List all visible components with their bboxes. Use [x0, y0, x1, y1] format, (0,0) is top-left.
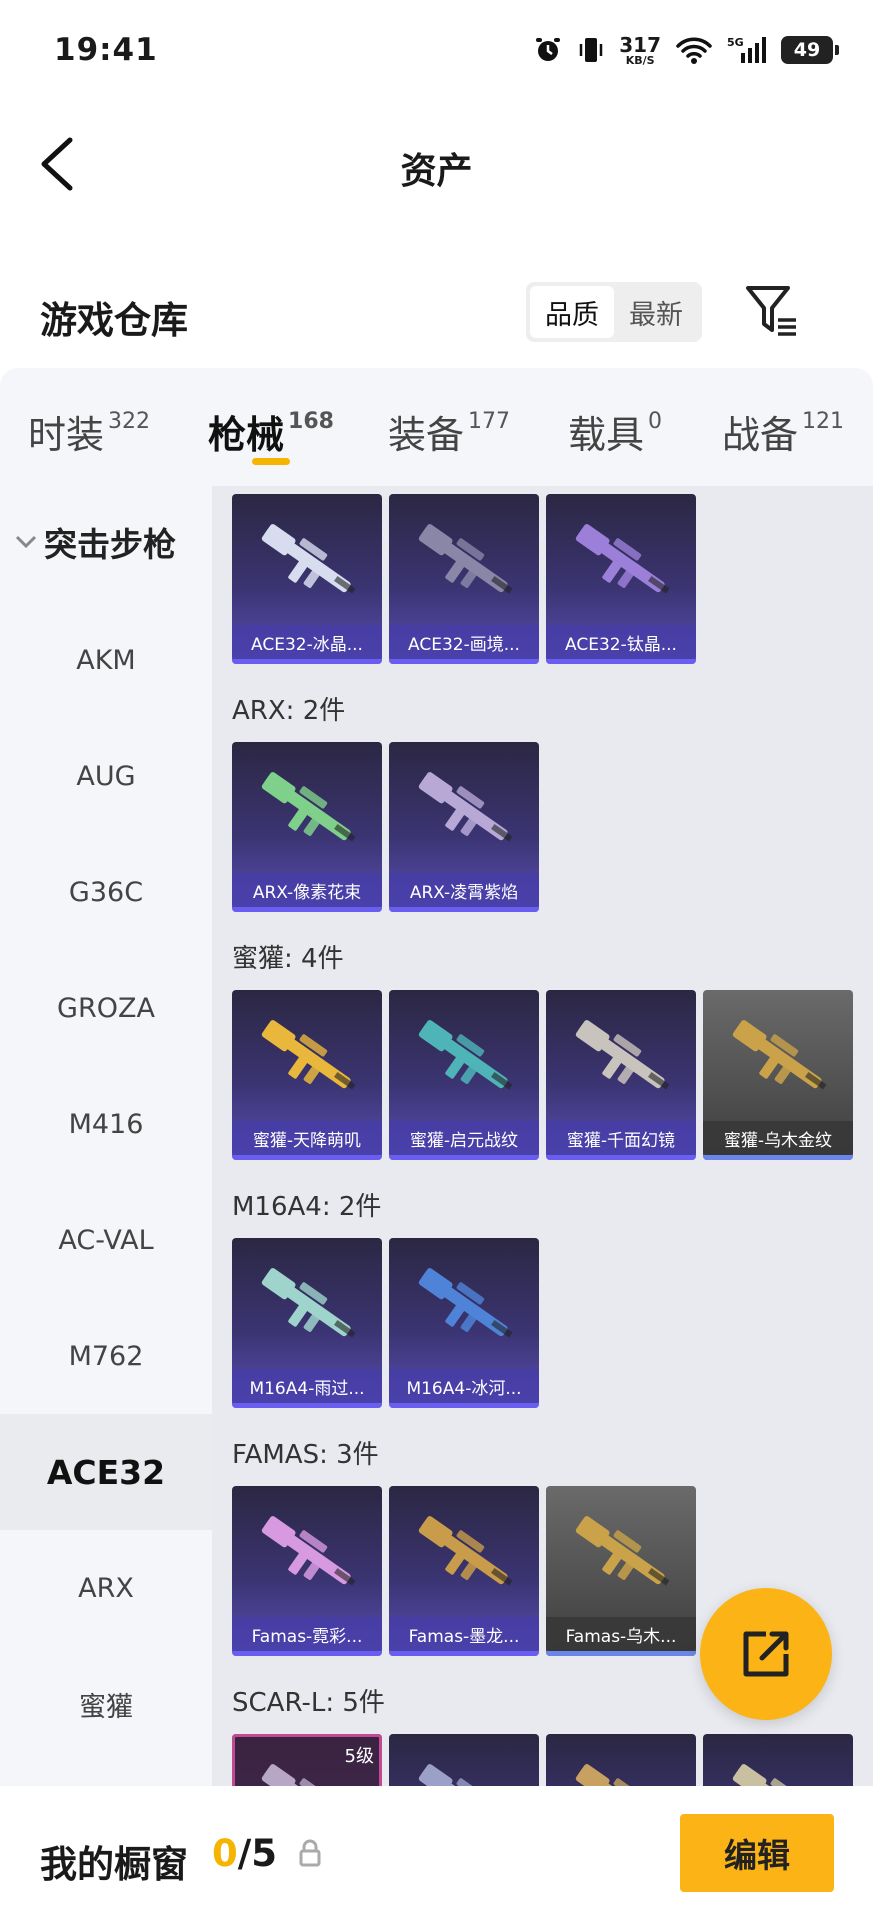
tab-fashion[interactable]: 时装 322 — [28, 404, 150, 459]
rifle-icon — [418, 1764, 508, 1786]
skin-name: 蜜獾-乌木金纹 — [703, 1121, 853, 1155]
svg-text:5G: 5G — [727, 36, 744, 49]
sidebar-item-arx[interactable]: ARX — [0, 1530, 212, 1646]
rifle-icon — [732, 1764, 822, 1786]
sort-quality[interactable]: 品质 — [530, 286, 614, 338]
rifle-icon — [418, 772, 513, 842]
skin-name: ACE32-画境... — [389, 625, 539, 659]
tab-equipment[interactable]: 装备 177 — [388, 404, 510, 459]
section-title-m16a4: M16A4: 2件 — [232, 1192, 382, 1222]
tab-indicator — [252, 458, 290, 465]
sidebar-item-m762[interactable]: M762 — [0, 1298, 212, 1414]
sidebar-item-aug[interactable]: AUG — [0, 718, 212, 834]
tab-supplies[interactable]: 战备 121 — [722, 404, 844, 459]
sidebar-item-g36c[interactable]: G36C — [0, 834, 212, 950]
skin-name: Famas-乌木... — [546, 1617, 696, 1651]
warehouse-title: 游戏仓库 — [40, 299, 188, 342]
rifle-icon — [261, 524, 356, 594]
category-tabs: 时装 322 枪械 168 装备 177 载具 0 战备 121 — [0, 368, 873, 486]
rifle-icon — [261, 772, 356, 842]
rifle-icon — [261, 1764, 351, 1786]
page-header: 资产 — [0, 104, 873, 224]
tab-guns[interactable]: 枪械 168 — [208, 404, 334, 459]
skin-name: 蜜獾-千面幻镜 — [546, 1121, 696, 1155]
skin-card[interactable]: 蜜獾-千面幻镜 — [546, 990, 696, 1160]
skin-card[interactable] — [389, 1734, 539, 1786]
sidebar-item-groza[interactable]: GROZA — [0, 950, 212, 1066]
rifle-icon — [575, 1764, 665, 1786]
showcase-title: 我的橱窗 — [40, 1843, 188, 1886]
alarm-icon — [536, 38, 561, 61]
section-title-scar-l: SCAR-L: 5件 — [232, 1688, 385, 1718]
skin-card[interactable]: M16A4-冰河... — [389, 1238, 539, 1408]
skin-card[interactable]: Famas-霓彩... — [232, 1486, 382, 1656]
skin-card[interactable]: ACE32-画境... — [389, 494, 539, 664]
rifle-icon — [418, 1268, 513, 1338]
skin-card[interactable] — [703, 1734, 853, 1786]
net-speed: 317 KB/S — [619, 32, 661, 67]
status-icons: 317 KB/S 5G 49 — [533, 30, 839, 70]
showcase-bar: 我的橱窗 0/5 编辑 — [0, 1786, 873, 1920]
rifle-icon — [261, 1268, 356, 1338]
skin-name: M16A4-雨过... — [232, 1369, 382, 1403]
section-title-honey-badger: 蜜獾: 4件 — [232, 944, 344, 974]
vibrate-icon — [580, 38, 603, 62]
rifle-icon — [575, 1020, 670, 1090]
skin-name: M16A4-冰河... — [389, 1369, 539, 1403]
rifle-icon — [732, 1020, 827, 1090]
status-time: 19:41 — [54, 32, 158, 68]
skin-name: 蜜獾-启元战纹 — [389, 1121, 539, 1155]
rifle-icon — [261, 1020, 356, 1090]
rifle-icon — [261, 1516, 356, 1586]
section-title-arx: ARX: 2件 — [232, 696, 346, 726]
skin-card[interactable]: M16A4-雨过... — [232, 1238, 382, 1408]
edit-button[interactable]: 编辑 — [680, 1814, 834, 1892]
share-external-icon — [743, 1631, 789, 1677]
lock-icon — [299, 1839, 321, 1867]
skin-name: 蜜獾-天降萌叽 — [232, 1121, 382, 1155]
skin-card[interactable]: ACE32-冰晶... — [232, 494, 382, 664]
battery-icon: 49 — [781, 36, 839, 64]
skin-name: ACE32-冰晶... — [232, 625, 382, 659]
rifle-icon — [418, 524, 513, 594]
sort-toggle: 品质 最新 — [526, 282, 702, 342]
skin-name: Famas-墨龙... — [389, 1617, 539, 1651]
page-title: 资产 — [400, 151, 473, 192]
skin-name: Famas-霓彩... — [232, 1617, 382, 1651]
rifle-icon — [575, 1516, 670, 1586]
showcase-count: 0/5 — [212, 1832, 278, 1875]
skin-card[interactable]: ARX-像素花束 — [232, 742, 382, 912]
skin-name: ACE32-钛晶... — [546, 625, 696, 659]
share-button[interactable] — [700, 1588, 832, 1720]
sidebar-item-ac-val[interactable]: AC-VAL — [0, 1182, 212, 1298]
status-bar: 19:41 317 KB/S 5G 49 — [0, 0, 873, 104]
tab-vehicles[interactable]: 载具 0 — [568, 404, 662, 459]
wifi-icon — [676, 37, 712, 64]
sidebar-item-m416[interactable]: M416 — [0, 1066, 212, 1182]
sidebar-item-honey-badger[interactable]: 蜜獾 — [0, 1646, 212, 1762]
rifle-icon — [418, 1516, 513, 1586]
skin-card[interactable]: Famas-墨龙... — [389, 1486, 539, 1656]
skin-card[interactable]: 蜜獾-天降萌叽 — [232, 990, 382, 1160]
rifle-icon — [575, 524, 670, 594]
rifle-icon — [418, 1020, 513, 1090]
skin-name: ARX-像素花束 — [232, 873, 382, 907]
chevron-down-icon — [15, 535, 37, 549]
skin-card[interactable]: Famas-乌木... — [546, 1486, 696, 1656]
skin-card[interactable]: 5级 — [232, 1734, 382, 1786]
skin-name: ARX-凌霄紫焰 — [389, 873, 539, 907]
skin-card[interactable]: ACE32-钛晶... — [546, 494, 696, 664]
weapon-sidebar: 突击步枪 AKM AUG G36C GROZA M416 AC-VAL M762… — [0, 486, 212, 1786]
section-title-famas: FAMAS: 3件 — [232, 1440, 379, 1470]
filter-icon[interactable] — [744, 284, 802, 340]
skin-card[interactable]: 蜜獾-乌木金纹 — [703, 990, 853, 1160]
sidebar-item-ace32[interactable]: ACE32 — [0, 1414, 212, 1530]
skin-card[interactable] — [546, 1734, 696, 1786]
skin-card[interactable]: 蜜獾-启元战纹 — [389, 990, 539, 1160]
sidebar-item-akm[interactable]: AKM — [0, 602, 212, 718]
sort-newest[interactable]: 最新 — [614, 286, 698, 338]
skin-card[interactable]: ARX-凌霄紫焰 — [389, 742, 539, 912]
sidebar-group-assault-rifles[interactable]: 突击步枪 — [14, 518, 176, 566]
signal-5g-icon: 5G — [727, 36, 766, 63]
